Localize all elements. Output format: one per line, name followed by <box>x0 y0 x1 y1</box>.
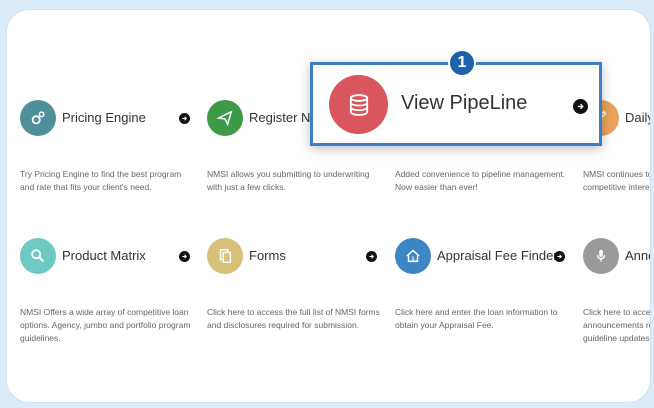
view-pipeline-title[interactable]: View PipeLine <box>401 92 527 115</box>
tile-description: Click here and enter the loan informatio… <box>395 307 558 330</box>
tile-description: Added convenience to pipeline management… <box>395 169 566 192</box>
tile-description: Click here to acce announcements re guid… <box>583 307 650 343</box>
arrow-right-icon[interactable] <box>554 251 565 262</box>
arrow-right-icon[interactable] <box>573 99 588 114</box>
arrow-right-icon[interactable] <box>366 251 377 262</box>
tile-title[interactable]: Forms <box>249 248 286 263</box>
database-icon <box>329 75 388 134</box>
tile-description: Click here to access the full list of NM… <box>207 307 380 330</box>
arrow-right-icon[interactable] <box>179 113 190 124</box>
tile-description: NMSI continues to competitive interes <box>583 169 650 192</box>
tile-title[interactable]: Appraisal Fee Finder <box>437 248 558 263</box>
search-icon <box>20 238 56 274</box>
paper-plane-icon <box>207 100 243 136</box>
microphone-icon <box>583 238 619 274</box>
tile-title[interactable]: Product Matrix <box>62 248 146 263</box>
tile-title[interactable]: Anno <box>625 248 650 263</box>
step-badge: 1 <box>448 49 476 77</box>
tile-title[interactable]: Pricing Engine <box>62 110 146 125</box>
tile-description: Try Pricing Engine to find the best prog… <box>20 169 182 192</box>
house-dollar-icon: $ <box>395 238 431 274</box>
tile-title[interactable]: Register Ne <box>249 110 318 125</box>
documents-icon <box>207 238 243 274</box>
tile-title[interactable]: Daily <box>625 110 650 125</box>
arrow-right-icon[interactable] <box>179 251 190 262</box>
gears-icon <box>20 100 56 136</box>
tile-description: NMSI allows you submitting to underwriti… <box>207 169 370 192</box>
tile-description: NMSI Offers a wide array of competitive … <box>20 307 191 343</box>
svg-text:$: $ <box>412 257 415 263</box>
